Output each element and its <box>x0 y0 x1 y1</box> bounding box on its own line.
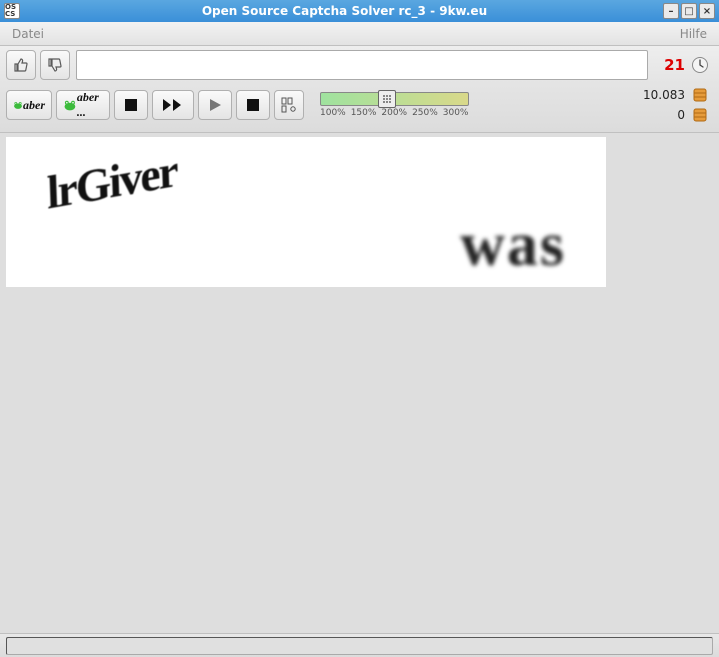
fast-forward-icon <box>162 98 184 112</box>
thumbs-up-button[interactable] <box>6 50 36 80</box>
window-titlebar: OS CS Open Source Captcha Solver rc_3 - … <box>0 0 719 22</box>
stats-block-2: 10.083 0 <box>633 86 713 124</box>
zoom-slider[interactable]: 100% 150% 200% 250% 300% <box>312 92 477 118</box>
menu-file[interactable]: Datei <box>6 25 50 43</box>
status-text <box>6 637 713 655</box>
zoom-slider-thumb[interactable] <box>378 90 396 108</box>
maximize-button[interactable]: □ <box>681 3 697 19</box>
columns-icon <box>281 97 297 113</box>
captcha-input[interactable] <box>76 50 648 80</box>
cookie-icon <box>691 86 709 104</box>
captcha-mini-label: aber <box>23 98 45 113</box>
cookie-icon <box>691 106 709 124</box>
stats-block: 21 <box>654 56 713 74</box>
menubar: Datei Hilfe <box>0 22 719 46</box>
thumbs-down-button[interactable] <box>40 50 70 80</box>
score-value: 10.083 <box>643 88 685 102</box>
stop-icon <box>124 98 138 112</box>
clock-icon <box>691 56 709 74</box>
zoom-label: 300% <box>443 108 469 118</box>
stop-button-1[interactable] <box>114 90 148 120</box>
frog-icon <box>63 96 77 114</box>
close-button[interactable]: × <box>699 3 715 19</box>
coins-value: 0 <box>677 108 685 122</box>
zoom-label: 100% <box>320 108 346 118</box>
statusbar <box>0 633 719 657</box>
grip-icon <box>382 94 392 104</box>
play-icon <box>208 98 222 112</box>
toolbar-row-1: 21 <box>0 46 719 84</box>
frog-ellipsis-button[interactable]: aber ... <box>56 90 110 120</box>
frog-button[interactable]: aber <box>6 90 52 120</box>
frog-icon <box>13 96 23 114</box>
zoom-label: 200% <box>381 108 407 118</box>
captcha-mini-label: aber ... <box>77 90 103 120</box>
zoom-label: 150% <box>351 108 377 118</box>
zoom-label: 250% <box>412 108 438 118</box>
play-button[interactable] <box>198 90 232 120</box>
toolbar-row-2: aber aber ... 100% 150% 200% 250% 300% <box>0 84 719 133</box>
captcha-image: lrGiver was <box>6 137 606 287</box>
columns-button[interactable] <box>274 90 304 120</box>
timer-value: 21 <box>664 56 685 74</box>
fast-forward-button[interactable] <box>152 90 194 120</box>
window-title: Open Source Captcha Solver rc_3 - 9kw.eu <box>26 4 663 18</box>
captcha-word-1: lrGiver <box>46 143 177 219</box>
stop-button-2[interactable] <box>236 90 270 120</box>
menu-help[interactable]: Hilfe <box>674 25 713 43</box>
app-icon: OS CS <box>4 3 20 19</box>
minimize-button[interactable]: – <box>663 3 679 19</box>
thumbs-down-icon <box>47 57 63 73</box>
stop-icon <box>246 98 260 112</box>
captcha-word-2: was <box>460 210 566 281</box>
content-area: lrGiver was <box>0 133 719 633</box>
thumbs-up-icon <box>13 57 29 73</box>
zoom-labels: 100% 150% 200% 250% 300% <box>320 108 469 118</box>
